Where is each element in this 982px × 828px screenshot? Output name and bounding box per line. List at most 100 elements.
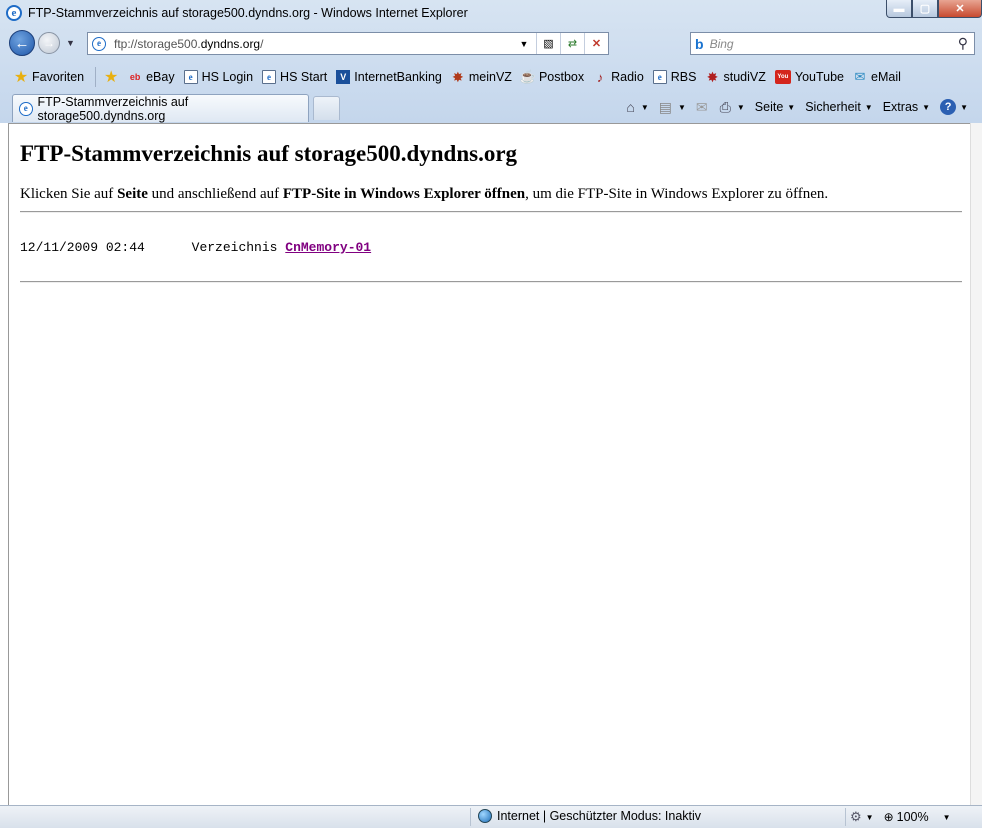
divider <box>20 211 962 213</box>
status-bar: Internet | Geschützter Modus: Inaktiv ⚙ … <box>0 805 982 828</box>
favorite-hs-start[interactable]: e HS Start <box>262 70 327 84</box>
gear-icon[interactable]: ⚙ <box>850 809 862 825</box>
safety-menu-label: Sicherheit <box>805 100 861 114</box>
window-title: FTP-Stammverzeichnis auf storage500.dynd… <box>28 6 468 20</box>
printer-icon: ⎙ <box>719 98 731 115</box>
divider <box>20 281 962 283</box>
favorite-label: Postbox <box>538 70 585 84</box>
add-to-favorites-icon: ★ <box>103 69 119 86</box>
tab-label: FTP-Stammverzeichnis auf storage500.dynd… <box>37 94 189 123</box>
divider <box>95 67 97 87</box>
intro-text: Klicken Sie auf Seite und anschließend a… <box>20 186 829 202</box>
page-icon: e <box>19 101 33 116</box>
divider <box>845 808 846 826</box>
chevron-down-icon[interactable]: ▼ <box>678 103 686 112</box>
recent-pages-dropdown-icon[interactable]: ▼ <box>66 38 75 48</box>
chevron-down-icon[interactable]: ▼ <box>866 813 874 822</box>
chevron-down-icon[interactable]: ▼ <box>943 813 951 822</box>
favorite-label: RBS <box>670 70 697 84</box>
address-dropdown-icon[interactable]: ▼ <box>512 33 536 54</box>
compatibility-view-icon[interactable]: ▧ <box>536 33 560 54</box>
status-tools: ⚙ ▼ ⊕ 100% ▼ <box>850 809 951 825</box>
url-text[interactable]: ftp://storage500.dyndns.org/ <box>114 37 263 51</box>
youtube-icon: You <box>774 70 791 84</box>
stop-icon[interactable]: ✕ <box>584 33 608 54</box>
favorite-email[interactable]: ✉ eMail <box>853 69 901 84</box>
search-placeholder: Bing <box>709 36 734 51</box>
vertical-scrollbar[interactable] <box>970 123 982 805</box>
command-bar: ⌂ ▼ ▤ ▼ ✉ ⎙ ▼ Seite ▼ Sicherheit ▼ Extras ▼ ? ▼ <box>616 96 968 118</box>
directory-link[interactable]: CnMemory-01 <box>285 240 371 255</box>
favorite-label: studiVZ <box>723 70 766 84</box>
tab-active[interactable]: e FTP-Stammverzeichnis auf storage500.dy… <box>12 94 309 123</box>
forward-arrow-icon: → <box>43 36 55 50</box>
favorite-ebay[interactable]: eb eBay <box>128 70 175 84</box>
favorite-rbs[interactable]: e RBS <box>652 70 697 84</box>
window-controls: ▬ ▢ ✕ <box>886 0 982 18</box>
rss-icon: ▤ <box>658 98 672 115</box>
chevron-down-icon[interactable]: ▼ <box>737 103 745 112</box>
tools-menu[interactable]: Extras ▼ <box>883 100 930 114</box>
page-content: FTP-Stammverzeichnis auf storage500.dynd… <box>8 123 970 805</box>
minimize-button[interactable]: ▬ <box>886 0 912 18</box>
back-button[interactable]: ← <box>9 30 35 56</box>
chevron-down-icon: ▼ <box>864 102 873 112</box>
new-tab-button[interactable] <box>313 96 340 120</box>
favorite-youtube[interactable]: You YouTube <box>774 70 844 84</box>
mail-icon: ✉ <box>854 69 866 84</box>
favorite-hs-login[interactable]: e HS Login <box>183 70 254 84</box>
page-icon: e <box>183 70 198 84</box>
chevron-down-icon[interactable]: ▼ <box>641 103 649 112</box>
favorite-label: Radio <box>611 70 644 84</box>
search-icon[interactable]: ⚲ <box>958 35 968 52</box>
security-zone[interactable]: Internet | Geschützter Modus: Inaktiv <box>478 809 701 823</box>
zoom-level: 100% <box>896 810 929 824</box>
page-icon: e <box>92 36 106 51</box>
favorite-label: YouTube <box>794 70 844 84</box>
refresh-icon[interactable]: ⇄ <box>560 33 584 54</box>
back-arrow-icon: ← <box>14 34 30 52</box>
favorite-studivz[interactable]: ✸ studiVZ <box>705 68 766 85</box>
address-input[interactable]: e ftp://storage500.dyndns.org/ ▼ ▧ ⇄ ✕ <box>87 32 609 55</box>
favorite-label: HS Login <box>201 70 254 84</box>
zoom-icon: ⊕ <box>883 810 894 824</box>
favorite-radio[interactable]: ♪ Radio <box>593 70 644 85</box>
favorite-label: eMail <box>871 70 901 84</box>
address-tools: ▼ ▧ ⇄ ✕ <box>512 33 608 54</box>
page-icon: e <box>262 70 277 84</box>
maximize-button[interactable]: ▢ <box>912 0 938 18</box>
print-button[interactable]: ⎙ ▼ <box>720 99 745 116</box>
close-button[interactable]: ✕ <box>938 0 982 18</box>
tools-menu-label: Extras <box>882 100 919 114</box>
chevron-down-icon: ▼ <box>787 102 796 112</box>
zone-text: Internet | Geschützter Modus: Inaktiv <box>497 809 702 823</box>
home-button[interactable]: ⌂ ▼ <box>626 99 648 115</box>
address-bar-row: ← → ▼ e ftp://storage500.dyndns.org/ ▼ ▧… <box>0 29 982 59</box>
favorites-button[interactable]: ★ Favoriten <box>14 69 84 86</box>
entry-date: 12/11/2009 02:44 <box>20 240 145 255</box>
read-mail-button[interactable]: ✉ <box>696 99 710 116</box>
safety-menu[interactable]: Sicherheit ▼ <box>805 100 873 114</box>
favorite-meinvz[interactable]: ✸ meinVZ <box>451 68 512 85</box>
help-icon: ? <box>940 99 957 115</box>
zoom-button[interactable]: ⊕ 100% ▼ <box>884 810 951 824</box>
gear-icon: ✸ <box>451 68 464 85</box>
favorite-label: HS Start <box>280 70 328 84</box>
page-menu[interactable]: Seite ▼ <box>755 100 795 114</box>
ebay-icon: eb <box>129 72 141 82</box>
chevron-down-icon: ▼ <box>960 102 968 112</box>
gear-icon: ✸ <box>706 68 719 85</box>
add-favorite-button[interactable]: ★ <box>103 69 122 86</box>
feeds-button[interactable]: ▤ ▼ <box>659 99 686 116</box>
bing-icon: b <box>695 35 704 52</box>
help-menu[interactable]: ? ▼ <box>940 99 968 115</box>
directory-listing: 12/11/2009 02:44 Verzeichnis CnMemory-01 <box>20 240 371 255</box>
favorites-bar: ★ Favoriten ★ eb eBay e HS Login e HS St… <box>0 63 982 91</box>
favorite-label: meinVZ <box>468 70 512 84</box>
forward-button[interactable]: → <box>38 32 60 54</box>
page-icon: e <box>652 70 667 84</box>
page-title: FTP-Stammverzeichnis auf storage500.dynd… <box>20 141 518 166</box>
search-input[interactable]: b Bing ⚲ <box>690 32 975 55</box>
favorite-postbox[interactable]: ☕ Postbox <box>520 69 585 84</box>
favorite-internetbanking[interactable]: V InternetBanking <box>336 70 442 84</box>
